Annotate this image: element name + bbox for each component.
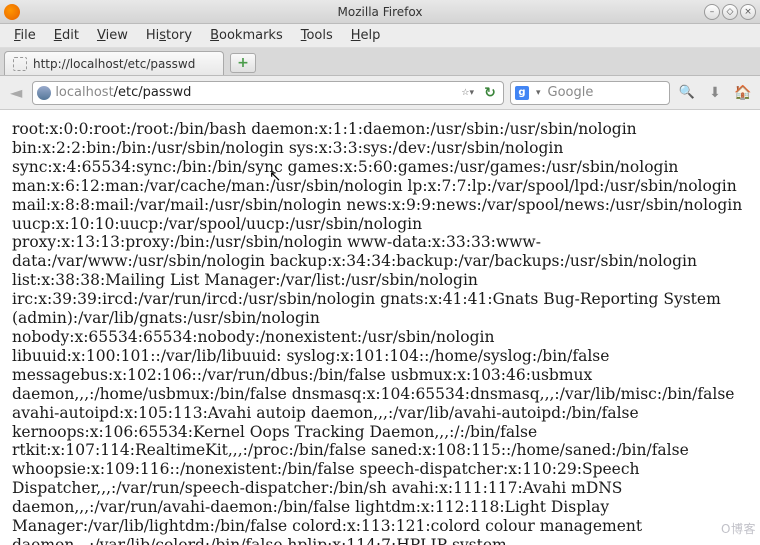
page-content: root:x:0:0:root:/root:/bin/bash daemon:x… [0,110,760,545]
tab-bar: http://localhost/etc/passwd + [0,48,760,76]
search-placeholder: Google [548,85,594,100]
google-icon: g [515,86,529,100]
menu-history[interactable]: History [138,25,200,46]
browser-tab[interactable]: http://localhost/etc/passwd [4,51,224,75]
navigation-toolbar: ◄ localhost/etc/passwd ☆▾ ↻ g ▾ Google 🔍… [0,76,760,110]
search-box[interactable]: g ▾ Google [510,81,670,105]
maximize-button[interactable]: ◇ [722,4,738,20]
menu-bar: File Edit View History Bookmarks Tools H… [0,24,760,48]
url-dropdown-icon[interactable]: ☆▾ [458,88,477,98]
url-text[interactable]: localhost/etc/passwd [55,85,454,100]
globe-icon [37,86,51,100]
window-titlebar: Mozilla Firefox – ◇ × [0,0,760,24]
menu-edit[interactable]: Edit [46,25,87,46]
tab-favicon [13,57,27,71]
home-icon[interactable]: 🏠 [732,82,754,104]
close-button[interactable]: × [740,4,756,20]
find-icon[interactable]: 🔍 [676,82,698,104]
menu-bookmarks[interactable]: Bookmarks [202,25,291,46]
url-bar[interactable]: localhost/etc/passwd ☆▾ ↻ [32,81,504,105]
downloads-icon[interactable]: ⬇ [704,82,726,104]
menu-help[interactable]: Help [343,25,389,46]
new-tab-button[interactable]: + [230,53,256,73]
plus-icon: + [237,55,249,71]
menu-view[interactable]: View [89,25,136,46]
minimize-button[interactable]: – [704,4,720,20]
menu-file[interactable]: File [6,25,44,46]
tab-label: http://localhost/etc/passwd [33,57,195,71]
firefox-icon [4,4,20,20]
menu-tools[interactable]: Tools [293,25,341,46]
window-title: Mozilla Firefox [338,5,423,19]
back-button[interactable]: ◄ [6,83,26,102]
reload-button[interactable]: ↻ [481,84,499,102]
watermark: O博客 [721,520,756,537]
search-dropdown-icon[interactable]: ▾ [533,88,544,98]
